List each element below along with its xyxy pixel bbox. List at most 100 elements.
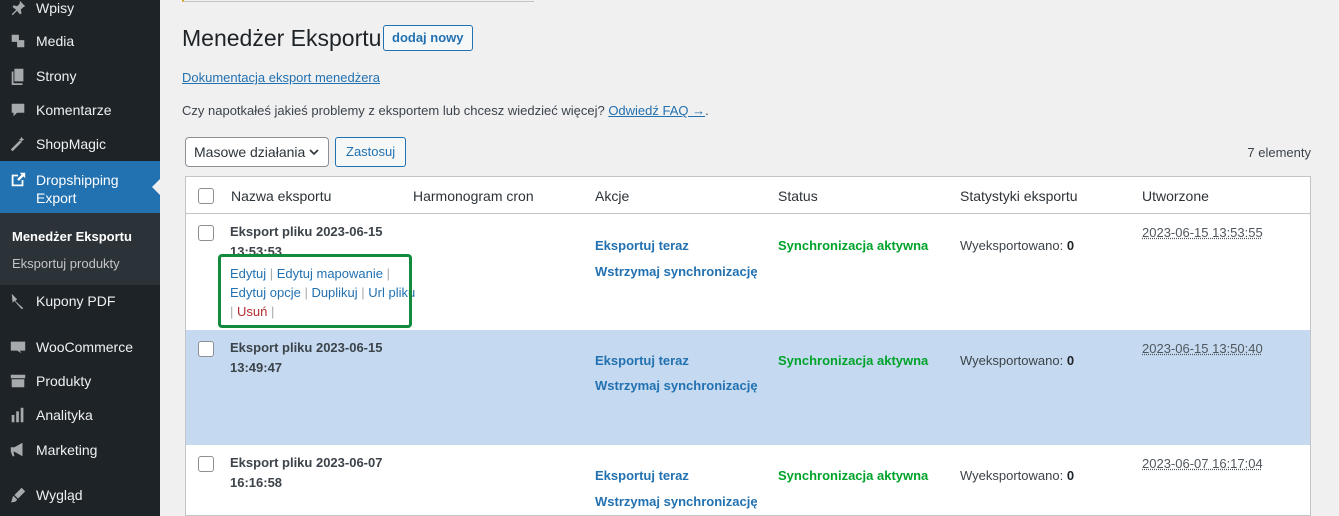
pause-sync-link[interactable]: Wstrzymaj synchronizację — [595, 494, 758, 509]
megaphone-icon — [0, 441, 36, 459]
export-name: Eksport pliku 2023-06-07 16:16:58 — [230, 455, 383, 490]
pause-sync-link[interactable]: Wstrzymaj synchronizację — [595, 378, 758, 393]
export-now-link[interactable]: Eksportuj teraz — [595, 238, 689, 253]
menu-item-pdf-coupons[interactable]: Kupony PDF — [0, 284, 160, 318]
export-stats: Wyeksportowano: 0 — [960, 353, 1074, 368]
menu-item-products[interactable]: Produkty — [0, 364, 160, 398]
edit-link[interactable]: Edytuj — [230, 266, 266, 281]
file-url-link[interactable]: Url pliku — [368, 285, 415, 300]
menu-item-woocommerce[interactable]: WooCommerce — [0, 330, 160, 364]
column-cron: Harmonogram cron — [413, 188, 534, 204]
admin-sidebar: Wpisy Media Strony Komentarze ShopMagic … — [0, 0, 160, 516]
submenu-item-export-products[interactable]: Eksportuj produkty — [0, 250, 160, 277]
wand-icon — [0, 135, 36, 153]
pin-icon — [0, 0, 36, 17]
edit-options-link[interactable]: Edytuj opcje — [230, 285, 301, 300]
menu-label: Komentarze — [36, 102, 112, 118]
add-new-button[interactable]: dodaj nowy — [383, 25, 473, 51]
created-date: 2023-06-07 16:17:04 — [1142, 456, 1263, 471]
export-now-link[interactable]: Eksportuj teraz — [595, 468, 689, 483]
faq-text: Czy napotkałeś jakieś problemy z eksport… — [182, 103, 605, 118]
woo-icon — [0, 338, 36, 356]
export-stats: Wyeksportowano: 0 — [960, 468, 1074, 483]
menu-item-posts[interactable]: Wpisy — [0, 0, 160, 25]
chart-icon — [0, 406, 36, 424]
created-date: 2023-06-15 13:53:55 — [1142, 225, 1263, 240]
menu-item-analytics[interactable]: Analityka — [0, 398, 160, 432]
notice-edge — [182, 0, 534, 2]
menu-label: ShopMagic — [36, 136, 107, 152]
table-row: Eksport pliku 2023-06-07 16:16:58 Ekspor… — [186, 445, 1310, 515]
faq-notice: Czy napotkałeś jakieś problemy z eksport… — [182, 103, 709, 118]
bulk-actions-select[interactable]: Masowe działania — [185, 137, 329, 167]
row-actions: Edytuj | Edytuj mapowanie | Edytuj opcje… — [230, 266, 416, 319]
column-name[interactable]: Nazwa eksportu — [231, 188, 331, 204]
status-badge: Synchronizacja aktywna — [778, 238, 929, 253]
archive-icon — [0, 372, 36, 390]
menu-item-comments[interactable]: Komentarze — [0, 93, 160, 127]
stats-label: Wyeksportowano: — [960, 468, 1064, 483]
page-title: Menedżer Eksportu — [182, 25, 382, 51]
stats-value: 0 — [1066, 238, 1075, 253]
items-count: 7 elementy — [1247, 145, 1311, 160]
stats-value: 0 — [1066, 468, 1075, 483]
edit-mapping-link[interactable]: Edytuj mapowanie — [277, 266, 383, 281]
table-header: Nazwa eksportu Harmonogram cron Akcje St… — [186, 177, 1310, 214]
submenu-item-export-manager[interactable]: Menedżer Eksportu — [0, 223, 160, 250]
export-stats: Wyeksportowano: 0 — [960, 238, 1074, 253]
duplicate-link[interactable]: Duplikuj — [311, 285, 357, 300]
menu-label: Strony — [36, 68, 77, 84]
menu-label: Produkty — [36, 373, 92, 389]
pages-icon — [0, 67, 36, 85]
column-status: Status — [778, 188, 818, 204]
menu-label: Wygląd — [36, 487, 83, 503]
submenu: Menedżer Eksportu Eksportuj produkty — [0, 213, 160, 285]
menu-label: Kupony PDF — [36, 293, 116, 309]
stats-label: Wyeksportowano: — [960, 238, 1064, 253]
menu-label: Analityka — [36, 407, 93, 423]
export-name: Eksport pliku 2023-06-15 13:53:53 — [230, 224, 383, 259]
comment-icon — [0, 101, 36, 119]
stats-label: Wyeksportowano: — [960, 353, 1064, 368]
menu-item-pages[interactable]: Strony — [0, 59, 160, 93]
menu-label: Wpisy — [36, 0, 75, 16]
table-row: Eksport pliku 2023-06-15 13:53:53 Edytuj… — [186, 214, 1310, 330]
media-icon — [0, 32, 36, 50]
column-actions: Akcje — [595, 188, 630, 204]
apply-button[interactable]: Zastosuj — [335, 137, 407, 167]
table-row: Eksport pliku 2023-06-15 13:49:47 Ekspor… — [186, 330, 1310, 445]
select-all-checkbox[interactable] — [198, 188, 214, 204]
menu-item-dropshipping-export[interactable]: Dropshipping Export — [0, 161, 160, 213]
faq-end: . — [705, 103, 709, 118]
menu-label: Marketing — [36, 442, 98, 458]
pause-sync-link[interactable]: Wstrzymaj synchronizację — [595, 264, 758, 279]
external-icon — [0, 171, 36, 189]
export-now-link[interactable]: Eksportuj teraz — [595, 353, 689, 368]
stats-value: 0 — [1066, 353, 1075, 368]
status-badge: Synchronizacja aktywna — [778, 353, 929, 368]
delete-link[interactable]: Usuń — [237, 304, 267, 319]
menu-item-shopmagic[interactable]: ShopMagic — [0, 127, 160, 161]
main-content: Menedżer Eksportu dodaj nowy Dokumentacj… — [160, 0, 1339, 516]
menu-label: Media — [36, 33, 75, 49]
brush-icon — [0, 486, 36, 504]
status-badge: Synchronizacja aktywna — [778, 468, 929, 483]
menu-item-marketing[interactable]: Marketing — [0, 433, 160, 467]
arrow-icon — [0, 292, 36, 310]
column-stats: Statystyki eksportu — [960, 188, 1078, 204]
faq-link[interactable]: Odwiedź FAQ → — [608, 103, 705, 118]
menu-item-appearance[interactable]: Wygląd — [0, 478, 160, 512]
documentation-link[interactable]: Dokumentacja eksport menedżera — [182, 70, 380, 85]
exports-table: Nazwa eksportu Harmonogram cron Akcje St… — [185, 176, 1311, 516]
export-name: Eksport pliku 2023-06-15 13:49:47 — [230, 340, 383, 375]
menu-label: Dropshipping Export — [36, 172, 119, 206]
column-created[interactable]: Utworzone — [1142, 188, 1209, 204]
menu-label: WooCommerce — [36, 339, 133, 355]
row-checkbox[interactable] — [198, 225, 214, 241]
row-checkbox[interactable] — [198, 341, 214, 357]
row-checkbox[interactable] — [198, 456, 214, 472]
chevron-down-icon — [309, 149, 319, 156]
created-date: 2023-06-15 13:50:40 — [1142, 341, 1263, 356]
menu-item-media[interactable]: Media — [0, 24, 160, 58]
bulk-actions-label: Masowe działania — [194, 144, 306, 160]
